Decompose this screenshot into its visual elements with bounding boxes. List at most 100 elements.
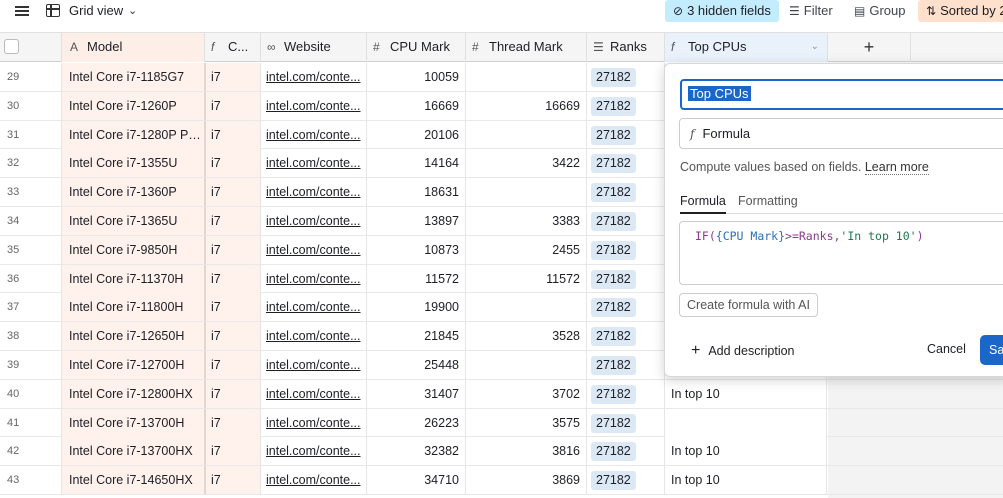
- create-formula-ai-button[interactable]: Create formula with AI: [679, 293, 818, 317]
- column-header-model[interactable]: A Model: [62, 33, 205, 62]
- cell-top-cpus[interactable]: [665, 408, 827, 437]
- cell-cpu-mark[interactable]: 11572: [367, 264, 466, 293]
- cell-top-cpus[interactable]: In top 10: [665, 437, 827, 466]
- cell-thread-mark[interactable]: 3422: [466, 149, 587, 178]
- field-name-input[interactable]: Top CPUs: [680, 79, 1003, 110]
- cell-category[interactable]: i7: [205, 322, 261, 351]
- column-header-category[interactable]: f C...: [205, 33, 261, 62]
- cell-website[interactable]: intel.com/conte...: [261, 178, 367, 207]
- cell-model[interactable]: Intel Core i7-12700H: [62, 350, 205, 379]
- cell-ranks[interactable]: 27182: [587, 350, 665, 379]
- sort-button[interactable]: ⇅ Sorted by 2: [918, 0, 1003, 22]
- cell-model[interactable]: Intel Core i7-12800HX: [62, 379, 205, 408]
- cell-category[interactable]: i7: [205, 235, 261, 264]
- cell-cpu-mark[interactable]: 21845: [367, 322, 466, 351]
- cell-category[interactable]: i7: [205, 91, 261, 120]
- chevron-down-icon[interactable]: ⌄: [128, 4, 137, 17]
- cell-website[interactable]: intel.com/conte...: [261, 379, 367, 408]
- column-header-thread-mark[interactable]: # Thread Mark: [466, 33, 587, 62]
- cell-model[interactable]: Intel Core i7-14650HX: [62, 466, 205, 495]
- cell-cpu-mark[interactable]: 19900: [367, 293, 466, 322]
- cell-ranks[interactable]: 27182: [587, 91, 665, 120]
- cell-website[interactable]: intel.com/conte...: [261, 322, 367, 351]
- save-button[interactable]: Save: [980, 335, 1003, 365]
- cell-cpu-mark[interactable]: 26223: [367, 408, 466, 437]
- cell-ranks[interactable]: 27182: [587, 178, 665, 207]
- cell-thread-mark[interactable]: 3816: [466, 437, 587, 466]
- table-row[interactable]: 41 Intel Core i7-13700H i7 intel.com/conte.…: [0, 408, 1003, 438]
- tab-formatting[interactable]: Formatting: [738, 194, 798, 214]
- cell-cpu-mark[interactable]: 10873: [367, 235, 466, 264]
- formula-editor[interactable]: IF({CPU Mark}>=Ranks,'In top 10'): [679, 221, 1003, 285]
- cell-thread-mark[interactable]: [466, 63, 587, 91]
- cell-thread-mark[interactable]: [466, 350, 587, 379]
- table-row[interactable]: 40 Intel Core i7-12800HX i7 intel.com/conte…: [0, 379, 1003, 409]
- cell-website[interactable]: intel.com/conte...: [261, 466, 367, 495]
- cell-thread-mark[interactable]: 3702: [466, 379, 587, 408]
- table-row[interactable]: 42 Intel Core i7-13700HX i7 intel.com/conte…: [0, 437, 1003, 467]
- cell-model[interactable]: Intel Core i7-1355U: [62, 149, 205, 178]
- cell-cpu-mark[interactable]: 16669: [367, 91, 466, 120]
- cell-category[interactable]: i7: [205, 293, 261, 322]
- cell-model[interactable]: Intel Core i7-13700HX: [62, 437, 205, 466]
- column-header-website[interactable]: ∞ Website: [261, 33, 367, 62]
- cell-category[interactable]: i7: [205, 149, 261, 178]
- cell-cpu-mark[interactable]: 32382: [367, 437, 466, 466]
- cancel-button[interactable]: Cancel: [927, 342, 966, 356]
- cell-thread-mark[interactable]: 3383: [466, 206, 587, 235]
- cell-website[interactable]: intel.com/conte...: [261, 63, 367, 91]
- cell-website[interactable]: intel.com/conte...: [261, 235, 367, 264]
- cell-website[interactable]: intel.com/conte...: [261, 91, 367, 120]
- cell-thread-mark[interactable]: 11572: [466, 264, 587, 293]
- chevron-down-icon[interactable]: ⌄: [811, 33, 819, 61]
- cell-ranks[interactable]: 27182: [587, 206, 665, 235]
- column-header-cpu-mark[interactable]: # CPU Mark: [367, 33, 466, 62]
- add-description-button[interactable]: + Add description: [691, 342, 795, 360]
- menu-icon[interactable]: [15, 4, 29, 18]
- cell-ranks[interactable]: 27182: [587, 264, 665, 293]
- cell-category[interactable]: i7: [205, 379, 261, 408]
- cell-cpu-mark[interactable]: 31407: [367, 379, 466, 408]
- cell-ranks[interactable]: 27182: [587, 437, 665, 466]
- cell-category[interactable]: i7: [205, 466, 261, 495]
- cell-website[interactable]: intel.com/conte...: [261, 149, 367, 178]
- cell-ranks[interactable]: 27182: [587, 120, 665, 149]
- learn-more-link[interactable]: Learn more: [864, 160, 929, 175]
- cell-category[interactable]: i7: [205, 408, 261, 437]
- cell-category[interactable]: i7: [205, 120, 261, 149]
- cell-thread-mark[interactable]: [466, 293, 587, 322]
- select-all-checkbox[interactable]: [4, 39, 19, 55]
- cell-thread-mark[interactable]: 3869: [466, 466, 587, 495]
- cell-cpu-mark[interactable]: 13897: [367, 206, 466, 235]
- cell-ranks[interactable]: 27182: [587, 322, 665, 351]
- cell-thread-mark[interactable]: 3528: [466, 322, 587, 351]
- table-row[interactable]: 43 Intel Core i7-14650HX i7 intel.com/conte…: [0, 466, 1003, 495]
- cell-cpu-mark[interactable]: 18631: [367, 178, 466, 207]
- cell-cpu-mark[interactable]: 34710: [367, 466, 466, 495]
- cell-ranks[interactable]: 27182: [587, 63, 665, 91]
- filter-button[interactable]: ☰ Filter: [781, 0, 841, 22]
- cell-ranks[interactable]: 27182: [587, 466, 665, 495]
- cell-model[interactable]: Intel Core i7-11800H: [62, 293, 205, 322]
- cell-thread-mark[interactable]: [466, 178, 587, 207]
- cell-model[interactable]: Intel Core i7-1185G7: [62, 63, 205, 91]
- cell-website[interactable]: intel.com/conte...: [261, 120, 367, 149]
- tab-formula[interactable]: Formula: [680, 194, 726, 214]
- column-header-top-cpus[interactable]: f Top CPUs ⌄: [665, 33, 828, 62]
- cell-website[interactable]: intel.com/conte...: [261, 408, 367, 437]
- cell-model[interactable]: Intel Core i7-1280P Pro...: [62, 120, 205, 149]
- cell-top-cpus[interactable]: In top 10: [665, 466, 827, 495]
- cell-category[interactable]: i7: [205, 264, 261, 293]
- cell-category[interactable]: i7: [205, 63, 261, 91]
- cell-cpu-mark[interactable]: 25448: [367, 350, 466, 379]
- cell-top-cpus[interactable]: In top 10: [665, 379, 827, 408]
- cell-thread-mark[interactable]: 2455: [466, 235, 587, 264]
- cell-model[interactable]: Intel Core i7-12650H: [62, 322, 205, 351]
- cell-model[interactable]: Intel Core i7-1360P: [62, 178, 205, 207]
- cell-website[interactable]: intel.com/conte...: [261, 437, 367, 466]
- cell-ranks[interactable]: 27182: [587, 149, 665, 178]
- cell-category[interactable]: i7: [205, 206, 261, 235]
- cell-cpu-mark[interactable]: 20106: [367, 120, 466, 149]
- cell-website[interactable]: intel.com/conte...: [261, 206, 367, 235]
- select-all-cell[interactable]: [0, 33, 62, 62]
